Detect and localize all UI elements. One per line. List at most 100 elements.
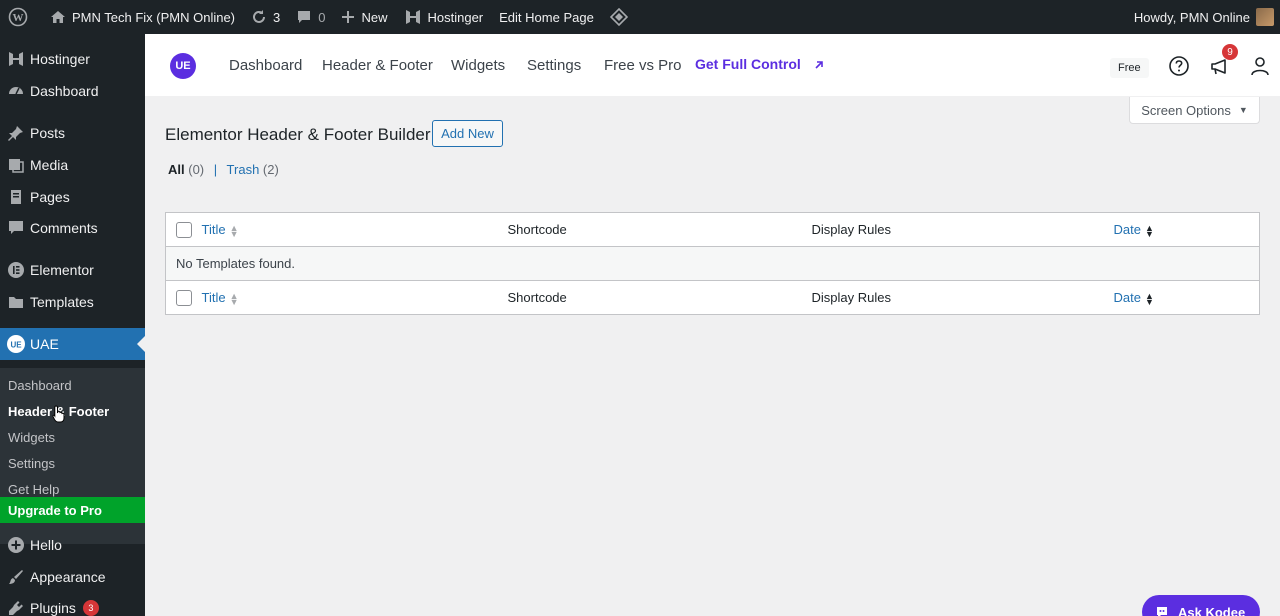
admin-sidebar: Hostinger Dashboard Posts Media Pages Co… (0, 34, 145, 616)
upgrade-to-pro-link[interactable]: Upgrade to Pro (0, 497, 145, 523)
sidebar-item-plugins[interactable]: Plugins 3 (0, 592, 145, 616)
uae-tab-dashboard[interactable]: Dashboard (229, 57, 302, 74)
add-new-button[interactable]: Add New (432, 120, 503, 147)
sort-icon: ▲ ▼ (1144, 222, 1154, 239)
column-date-label: Date (1113, 290, 1141, 305)
column-date[interactable]: Date ▲ ▼ (1113, 280, 1260, 315)
sidebar-item-hello[interactable]: Hello (0, 529, 145, 561)
sidebar-item-templates[interactable]: Templates (0, 286, 145, 318)
get-full-control-label: Get Full Control (695, 56, 801, 72)
filter-all[interactable]: All (0) (168, 162, 204, 177)
column-display-rules: Display Rules (811, 280, 1114, 315)
sidebar-item-comments[interactable]: Comments (0, 212, 145, 244)
sidebar-item-label: Comments (30, 220, 98, 236)
sort-icon: ▲ ▼ (229, 222, 239, 239)
column-title[interactable]: Title ▲ ▼ (201, 280, 508, 315)
column-display-rules: Display Rules (811, 212, 1114, 247)
hostinger-link[interactable]: Hostinger (396, 0, 492, 34)
sidebar-item-label: Appearance (30, 569, 106, 585)
filter-trash[interactable]: Trash (2) (227, 162, 279, 177)
external-arrow-icon (815, 61, 823, 69)
hostinger-label: Hostinger (427, 9, 484, 25)
sidebar-item-appearance[interactable]: Appearance (0, 561, 145, 593)
edit-page-link[interactable]: Edit Home Page (491, 0, 602, 34)
status-filter: All (0) | Trash (2) (168, 162, 279, 177)
column-title-label: Title (201, 222, 226, 237)
sidebar-item-posts[interactable]: Posts (0, 117, 145, 149)
filter-trash-count: (2) (262, 162, 279, 177)
help-icon[interactable] (1168, 55, 1190, 77)
table-footer-row: Title ▲ ▼ Shortcode Display Rules Date ▲ ▼ (165, 280, 1260, 315)
dashboard-icon (5, 81, 27, 101)
sidebar-item-dashboard[interactable]: Dashboard (0, 75, 145, 107)
new-content-link[interactable]: New (333, 0, 395, 34)
sidebar-item-uae[interactable]: UE UAE (0, 328, 145, 360)
notification-count-badge: 9 (1222, 44, 1238, 60)
sidebar-item-elementor[interactable]: Elementor (0, 254, 145, 286)
admin-bar: W PMN Tech Fix (PMN Online) 3 0 New Host… (0, 0, 1280, 34)
page-icon (5, 187, 27, 207)
sidebar-item-label: Elementor (30, 262, 94, 278)
uae-tab-header-footer[interactable]: Header & Footer (322, 57, 433, 74)
sidebar-item-label: Plugins (30, 600, 76, 616)
media-icon (5, 155, 27, 175)
select-all-checkbox[interactable] (176, 289, 192, 306)
comments-link[interactable]: 0 (288, 0, 333, 34)
select-all-checkbox[interactable] (176, 221, 192, 238)
uae-tab-free-vs-pro[interactable]: Free vs Pro (604, 57, 682, 74)
brush-icon (5, 567, 27, 587)
sidebar-item-hostinger[interactable]: Hostinger (0, 43, 145, 75)
howdy-text: Howdy, PMN Online (1133, 9, 1250, 25)
user-icon[interactable] (1249, 55, 1271, 77)
uae-tab-settings[interactable]: Settings (527, 57, 581, 74)
column-shortcode: Shortcode (507, 280, 812, 315)
uae-tab-widgets[interactable]: Widgets (451, 57, 505, 74)
templates-table: Title ▲ ▼ Shortcode Display Rules Date ▲ ▼ N… (165, 212, 1260, 315)
site-name-link[interactable]: PMN Tech Fix (PMN Online) (42, 0, 243, 34)
hostinger-icon (405, 10, 420, 24)
sidebar-item-media[interactable]: Media (0, 149, 145, 181)
folder-icon (5, 292, 27, 312)
site-name: PMN Tech Fix (PMN Online) (72, 9, 236, 25)
sidebar-item-label: Templates (30, 294, 94, 310)
avatar (1256, 8, 1274, 26)
comments-count: 0 (318, 9, 326, 25)
screen-options-label: Screen Options (1141, 102, 1231, 118)
free-badge: Free (1110, 58, 1149, 78)
svg-text:W: W (13, 12, 24, 24)
updates-link[interactable]: 3 (243, 0, 288, 34)
sidebar-item-pages[interactable]: Pages (0, 181, 145, 213)
submenu-dashboard[interactable]: Dashboard (8, 378, 72, 393)
submenu-settings[interactable]: Settings (8, 456, 55, 471)
submenu-get-help[interactable]: Get Help (8, 482, 59, 497)
caret-down-icon: ▼ (1238, 105, 1248, 115)
uae-logo[interactable]: UE (170, 53, 196, 79)
refresh-icon (253, 10, 266, 23)
pin-icon (5, 123, 27, 143)
filter-all-count: (0) (188, 162, 205, 177)
ask-kodee-button[interactable]: Ask Kodee (1142, 595, 1260, 616)
get-full-control-link[interactable]: Get Full Control (695, 56, 825, 72)
wordpress-logo-icon[interactable]: W (0, 0, 42, 34)
sort-icon: ▲ ▼ (1144, 290, 1154, 307)
column-date[interactable]: Date ▲ ▼ (1113, 212, 1260, 247)
submenu-widgets[interactable]: Widgets (8, 430, 55, 445)
plug-icon (5, 598, 27, 616)
sidebar-item-label: Pages (30, 189, 70, 205)
column-title-label: Title (201, 290, 226, 305)
my-account[interactable]: Howdy, PMN Online (1134, 8, 1280, 26)
page-title: Elementor Header & Footer Builder (165, 125, 431, 144)
screen-options-button[interactable]: Screen Options ▼ (1129, 97, 1260, 124)
home-icon (51, 11, 65, 23)
filter-separator: | (213, 162, 218, 177)
column-title[interactable]: Title ▲ ▼ (201, 212, 508, 247)
uae-icon: UE (5, 334, 27, 354)
sidebar-item-label: Posts (30, 125, 66, 141)
plus-icon (342, 11, 355, 23)
uae-header-bar: UE Dashboard Header & Footer Widgets Set… (145, 34, 1280, 96)
table-header-row: Title ▲ ▼ Shortcode Display Rules Date ▲ ▼ (165, 212, 1260, 247)
comment-bubble-icon (298, 11, 311, 23)
column-shortcode: Shortcode (507, 212, 812, 247)
hostinger-icon (5, 49, 27, 69)
diamond-icon[interactable] (602, 0, 642, 34)
